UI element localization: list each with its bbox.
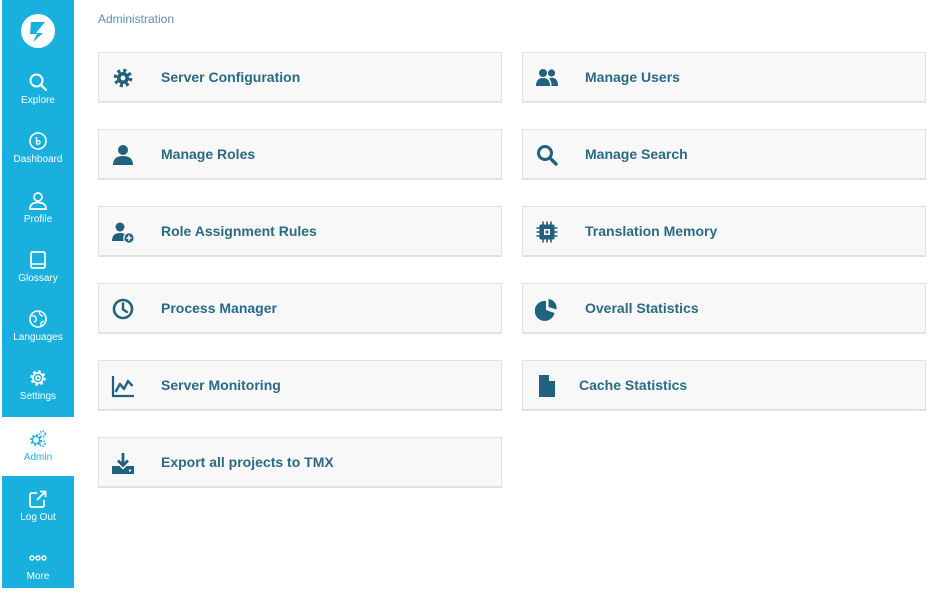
sidebar-item-glossary[interactable]: Glossary xyxy=(2,238,74,297)
sidebar-item-logout[interactable]: Log Out xyxy=(2,477,74,536)
sidebar-item-label: Profile xyxy=(23,214,53,225)
manage-search-card[interactable]: Manage Search xyxy=(522,129,926,180)
server-configuration-card[interactable]: Server Configuration xyxy=(98,52,502,103)
sidebar-item-label: Log Out xyxy=(20,512,56,523)
breadcrumb[interactable]: Administration xyxy=(98,12,174,26)
gear-icon xyxy=(30,370,46,386)
document-icon xyxy=(539,375,555,397)
sidebar-item-label: Settings xyxy=(19,391,57,402)
globe-icon xyxy=(29,310,47,328)
card-label: Export all projects to TMX xyxy=(161,454,334,470)
manage-roles-card[interactable]: Manage Roles xyxy=(98,129,502,180)
sidebar-item-dashboard[interactable]: Dashboard xyxy=(2,119,74,178)
card-label: Process Manager xyxy=(161,300,277,316)
sidebar-item-explore[interactable]: Explore xyxy=(2,60,74,119)
card-label: Cache Statistics xyxy=(579,377,688,393)
pie-chart-icon xyxy=(535,299,557,321)
sidebar-item-label: Admin xyxy=(23,452,53,463)
gears-icon xyxy=(30,430,47,447)
sidebar-item-label: Explore xyxy=(21,95,55,106)
sidebar: Explore Dashboard Profile Glossary Langu… xyxy=(2,0,74,588)
card-label: Manage Users xyxy=(585,69,680,85)
user-icon xyxy=(113,145,133,165)
server-monitoring-card[interactable]: Server Monitoring xyxy=(98,360,502,411)
card-label: Server Configuration xyxy=(161,69,301,85)
card-label: Manage Search xyxy=(585,146,688,162)
logout-icon xyxy=(29,490,47,508)
users-icon xyxy=(536,69,558,86)
search-icon xyxy=(537,145,558,166)
gear-icon xyxy=(113,68,133,88)
clock-icon xyxy=(112,298,134,320)
manage-users-card[interactable]: Manage Users xyxy=(522,52,926,103)
translation-memory-card[interactable]: Translation Memory xyxy=(522,206,926,257)
role-assignment-rules-card[interactable]: Role Assignment Rules xyxy=(98,206,502,257)
zanata-logo[interactable] xyxy=(2,8,74,54)
sidebar-item-label: Glossary xyxy=(18,273,58,284)
line-chart-icon xyxy=(111,376,134,398)
card-label: Translation Memory xyxy=(585,223,718,239)
user-icon xyxy=(29,192,47,210)
user-add-icon xyxy=(112,222,135,244)
sidebar-item-settings[interactable]: Settings xyxy=(2,356,74,415)
export-tmx-card[interactable]: Export all projects to TMX xyxy=(98,437,502,488)
sidebar-item-label: Languages xyxy=(13,332,63,343)
process-manager-card[interactable]: Process Manager xyxy=(98,283,502,334)
sidebar-item-label: Dashboard xyxy=(13,154,63,165)
card-label: Server Monitoring xyxy=(161,377,281,393)
chip-icon xyxy=(536,221,558,243)
sidebar-item-more[interactable]: More xyxy=(2,536,74,595)
card-label: Manage Roles xyxy=(161,146,256,162)
sidebar-item-label: More xyxy=(26,571,50,582)
sidebar-item-admin[interactable]: Admin xyxy=(2,417,74,476)
sidebar-item-languages[interactable]: Languages xyxy=(2,297,74,356)
download-icon xyxy=(112,453,134,474)
book-icon xyxy=(30,251,46,269)
more-icon xyxy=(29,555,47,561)
card-label: Overall Statistics xyxy=(585,300,699,316)
overall-statistics-card[interactable]: Overall Statistics xyxy=(522,283,926,334)
sidebar-item-profile[interactable]: Profile xyxy=(2,179,74,238)
search-icon xyxy=(29,73,48,92)
cache-statistics-card[interactable]: Cache Statistics xyxy=(522,360,926,411)
logo-icon xyxy=(21,14,55,48)
dashboard-icon xyxy=(29,132,47,150)
card-label: Role Assignment Rules xyxy=(161,223,317,239)
